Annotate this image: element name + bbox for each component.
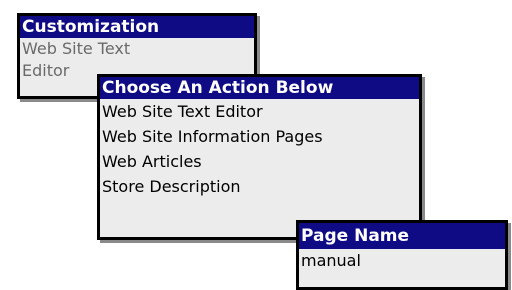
action-menu-header: Choose An Action Below xyxy=(100,77,419,99)
page-item-manual[interactable]: manual xyxy=(299,249,505,273)
customization-header: Customization xyxy=(20,16,254,38)
action-item-web-site-information-pages[interactable]: Web Site Information Pages xyxy=(100,124,419,149)
action-menu: Choose An Action Below Web Site Text Edi… xyxy=(97,74,422,240)
menu-item-label-line1: Web Site Text xyxy=(22,39,131,58)
action-item-web-site-text-editor[interactable]: Web Site Text Editor xyxy=(100,99,419,124)
page-name-menu: Page Name manual xyxy=(296,220,508,290)
page-name-header: Page Name xyxy=(299,223,505,249)
action-item-store-description[interactable]: Store Description xyxy=(100,174,419,199)
action-item-web-articles[interactable]: Web Articles xyxy=(100,149,419,174)
